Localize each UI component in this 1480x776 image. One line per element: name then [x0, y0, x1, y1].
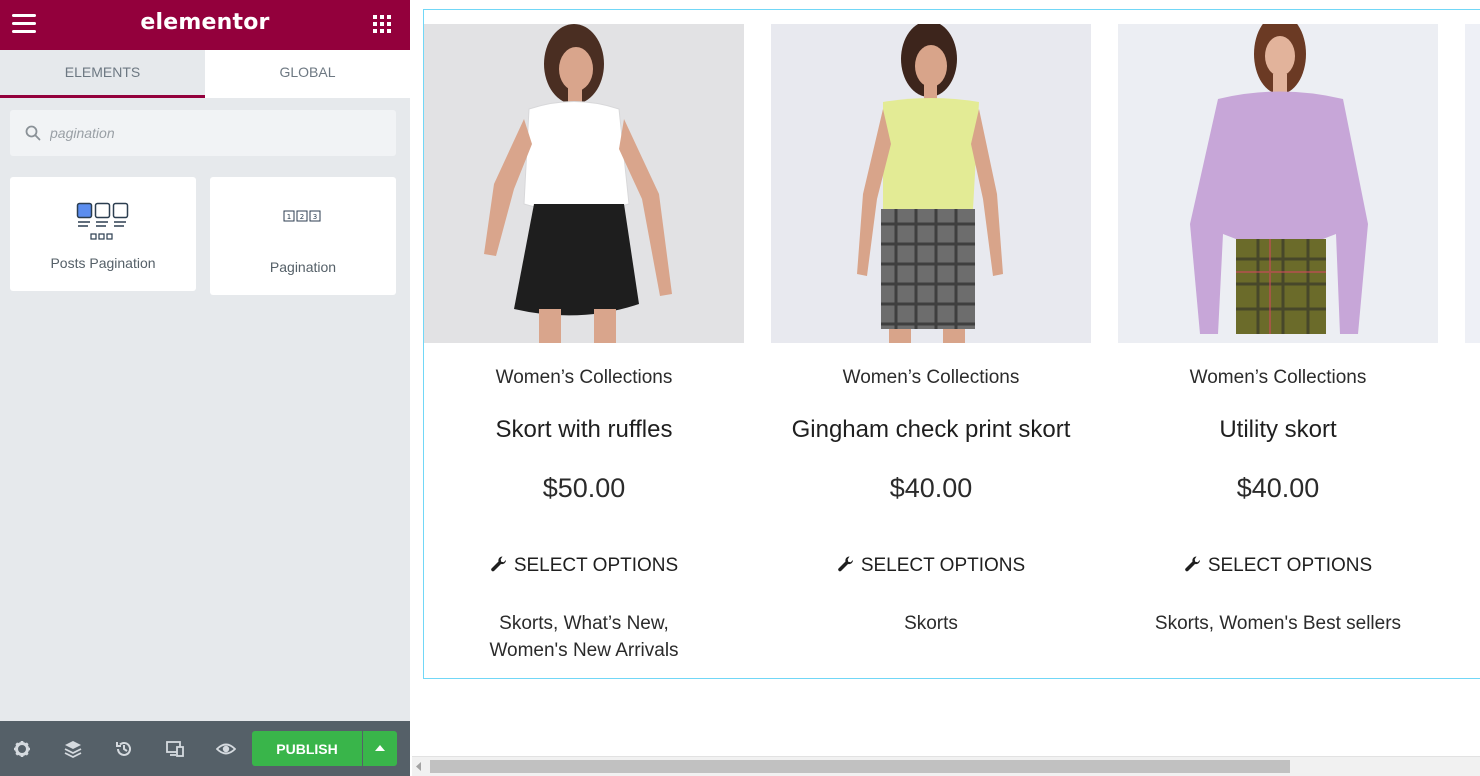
product-category[interactable]: Women’s Collections [1118, 367, 1438, 389]
product-price: $40.00 [889, 473, 973, 503]
tab-elements[interactable]: ELEMENTS [0, 50, 205, 98]
product-image[interactable] [1118, 24, 1438, 343]
select-options-button[interactable]: SELECT OPTIONS [424, 554, 744, 578]
widget-label: Posts Pagination [50, 255, 156, 271]
editor-panel: elementor ELEMENTS GLOBAL pagination Pos… [0, 0, 410, 776]
publish-button[interactable]: PUBLISH [252, 731, 362, 766]
svg-text:2: 2 [300, 213, 304, 221]
select-options-button[interactable]: SELECT OPTIONS [771, 554, 1091, 578]
posts-pagination-icon [76, 202, 129, 240]
product-image[interactable] [771, 24, 1091, 343]
tab-global[interactable]: GLOBAL [205, 50, 410, 98]
product-card: Women’s Collections Gingham check print … [771, 24, 1091, 634]
panel-header: elementor [0, 0, 410, 50]
svg-text:1: 1 [287, 213, 291, 221]
wrench-icon [1185, 556, 1200, 572]
widget-label: Pagination [269, 259, 337, 275]
preview-icon[interactable] [216, 739, 236, 759]
responsive-icon[interactable] [165, 739, 185, 759]
product-category[interactable]: Women’s Collections [424, 367, 744, 389]
select-options-label: SELECT OPTIONS [1207, 555, 1373, 576]
history-icon[interactable] [114, 739, 134, 759]
select-options-button[interactable]: SELECT OPTIONS [1118, 554, 1438, 578]
widget-posts-pagination[interactable]: Posts Pagination [10, 177, 196, 291]
product-image[interactable] [424, 24, 744, 343]
product-title[interactable]: Utility skort [1098, 416, 1458, 444]
search-icon [25, 125, 41, 141]
product-title[interactable]: Gingham check print skort [751, 416, 1111, 444]
product-card: Women’s Collections Skort with ruffles $… [424, 24, 744, 661]
app-logo: elementor [140, 10, 270, 35]
elementor-editor: elementor ELEMENTS GLOBAL pagination Pos… [0, 0, 1480, 776]
svg-text:3: 3 [313, 213, 317, 221]
settings-icon[interactable] [12, 739, 32, 759]
navigator-icon[interactable] [63, 739, 83, 759]
wrench-icon [491, 556, 506, 572]
select-options-label: SELECT OPTIONS [860, 555, 1026, 576]
product-tags[interactable]: Skorts, Women's Best sellers [1118, 610, 1438, 637]
scroll-left-icon[interactable] [416, 762, 422, 771]
product-card: Women’s Collections Utility skort $40.00… [1118, 24, 1438, 634]
horizontal-scrollbar[interactable] [412, 756, 1480, 776]
caret-up-icon [375, 745, 385, 751]
product-tags[interactable]: Skorts, What’s New, Women's New Arrivals [424, 610, 744, 664]
search-box [10, 110, 396, 156]
product-title[interactable]: Skort with ruffles [404, 416, 764, 444]
product-category[interactable]: Women’s Collections [771, 367, 1091, 389]
widgets-grid-icon[interactable] [373, 15, 391, 33]
scrollbar-thumb[interactable] [430, 760, 1290, 773]
product-image-partial[interactable] [1465, 24, 1480, 343]
preview-canvas: Women’s Collections Skort with ruffles $… [410, 0, 1480, 776]
publish-options-button[interactable] [363, 731, 397, 766]
product-price: $40.00 [1236, 473, 1320, 503]
panel-tabs: ELEMENTS GLOBAL [0, 50, 410, 98]
widget-pagination[interactable]: 1 2 3 Pagination [210, 177, 396, 295]
select-options-label: SELECT OPTIONS [513, 555, 679, 576]
product-tags[interactable]: Skorts [771, 610, 1091, 637]
wrench-icon [838, 556, 853, 572]
search-input[interactable] [50, 110, 380, 156]
pagination-icon: 1 2 3 [283, 210, 321, 222]
product-price: $50.00 [542, 473, 626, 503]
